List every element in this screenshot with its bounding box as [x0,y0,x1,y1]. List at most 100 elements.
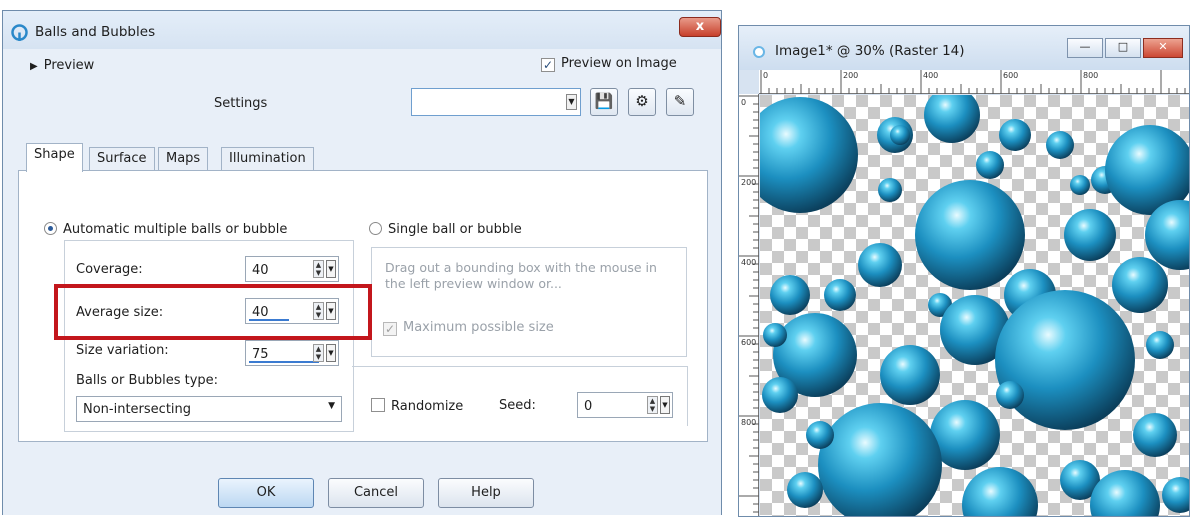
size-variation-input[interactable]: 75 ▲ ▼ ▼ [245,340,339,366]
maximize-icon: □ [1117,40,1129,53]
randomize-label: Randomize [391,399,464,414]
tab-surface[interactable]: Surface [89,147,155,171]
edit-preset-button[interactable]: ✎ [666,88,694,116]
minimize-icon: — [1079,40,1091,53]
dropdown-arrow-icon[interactable]: ▼ [326,260,336,278]
ruler-label: 400 [741,258,757,267]
bubble [1133,413,1177,457]
ruler-label: 200 [843,71,859,80]
bubble [1046,131,1074,159]
type-select[interactable]: Non-intersecting ▼ [76,396,342,422]
auto-mode-radio[interactable]: Automatic multiple balls or bubble [44,222,287,237]
checkmark-icon: ✓ [383,322,397,336]
bubble [824,279,856,311]
image-window-title: Image1* @ 30% (Raster 14) [775,43,965,59]
cancel-button[interactable]: Cancel [328,478,424,508]
tab-maps[interactable]: Maps [158,147,209,171]
dialog-title: Balls and Bubbles [35,24,156,40]
ruler-label: 600 [1003,71,1019,80]
bubble [999,119,1031,151]
ruler-label: 0 [741,98,747,107]
bubble [1112,257,1168,313]
seed-label: Seed: [499,398,536,413]
dropdown-arrow-icon: ▼ [328,401,335,411]
bubble [787,472,823,508]
maximize-button[interactable]: □ [1105,38,1141,58]
settings-combo[interactable]: ▼ [411,88,581,116]
edit-preset-icon: ✎ [673,92,687,110]
ruler-label: 600 [741,338,757,347]
image-window: Image1* @ 30% (Raster 14) — □ ✕ 0 200 40… [738,25,1190,517]
tab-illumination[interactable]: Illumination [221,147,314,171]
ruler-label: 200 [741,178,757,187]
coverage-label: Coverage: [76,262,143,277]
radio-unselected-icon [369,222,382,235]
preview-on-image-label: Preview on Image [561,56,677,71]
ruler-label: 800 [1083,71,1099,80]
image-doc-icon [753,46,765,58]
bubble [1146,331,1174,359]
expand-arrow-icon: ▶ [30,61,38,72]
bubble [878,178,902,202]
reset-preset-button[interactable]: ⚙ [628,88,656,116]
dropdown-arrow-icon[interactable]: ▼ [660,396,670,414]
randomize-checkbox[interactable]: Randomize [371,398,463,414]
bubble [858,243,902,287]
save-preset-button[interactable]: 💾 [590,88,618,116]
bubble [763,323,787,347]
type-select-value: Non-intersecting [83,402,192,417]
focus-underline [249,361,319,363]
single-mode-label: Single ball or bubble [388,222,522,237]
image-window-titlebar: Image1* @ 30% (Raster 14) — □ ✕ [739,26,1189,70]
bubble [1070,175,1090,195]
image-canvas[interactable] [760,95,1189,516]
ok-button[interactable]: OK [218,478,314,508]
dropdown-arrow-icon[interactable]: ▼ [326,344,336,362]
spinner-icon[interactable]: ▲ ▼ [313,260,324,278]
tab-shape[interactable]: Shape [26,143,83,172]
bubble [995,290,1135,430]
single-mode-hint: Drag out a bounding box with the mouse i… [385,260,657,291]
max-size-checkbox[interactable]: ✓ Maximum possible size [383,320,554,336]
ruler-label: 0 [763,71,769,80]
average-size-highlight-box [54,284,372,340]
seed-input[interactable]: 0 ▲ ▼ ▼ [577,392,673,418]
bubble [770,275,810,315]
checkmark-icon: ✓ [541,58,555,72]
bubble [915,180,1025,290]
spinner-icon[interactable]: ▲ ▼ [313,344,324,362]
coverage-input[interactable]: 40 ▲ ▼ ▼ [245,256,339,282]
bubble [1064,209,1116,261]
radio-selected-icon [44,222,57,235]
dropdown-arrow-icon[interactable]: ▼ [566,94,577,110]
single-mode-radio[interactable]: Single ball or bubble [369,222,522,237]
size-variation-value: 75 [252,347,269,362]
bubble [806,421,834,449]
preview-toggle-label: Preview [43,58,95,73]
ruler-ticks [760,70,1186,94]
seed-value: 0 [584,399,593,414]
ruler-ticks [739,95,759,513]
ruler-label: 400 [923,71,939,80]
preview-on-image-checkbox[interactable]: ✓ Preview on Image [541,56,677,72]
bubble [762,377,798,413]
ruler-label: 800 [741,418,757,427]
bubble [996,381,1024,409]
close-icon: ✕ [1158,40,1168,53]
reset-icon: ⚙ [635,92,649,110]
size-variation-label: Size variation: [76,343,169,358]
spinner-icon[interactable]: ▲ ▼ [647,396,658,414]
minimize-button[interactable]: — [1067,38,1103,58]
dialog-close-button[interactable]: x [679,17,721,37]
bubble [976,151,1004,179]
bubble [890,125,910,145]
help-button[interactable]: Help [438,478,534,508]
image-close-button[interactable]: ✕ [1143,38,1183,58]
checkbox-empty-icon [371,398,385,412]
bubble [880,345,940,405]
dialog-titlebar: Balls and Bubbles x [3,11,721,49]
preview-toggle[interactable]: ▶ Preview [30,58,94,73]
floppy-disk-icon: 💾 [594,92,614,110]
bubbles-render [760,95,1189,516]
auto-mode-label: Automatic multiple balls or bubble [63,222,288,237]
